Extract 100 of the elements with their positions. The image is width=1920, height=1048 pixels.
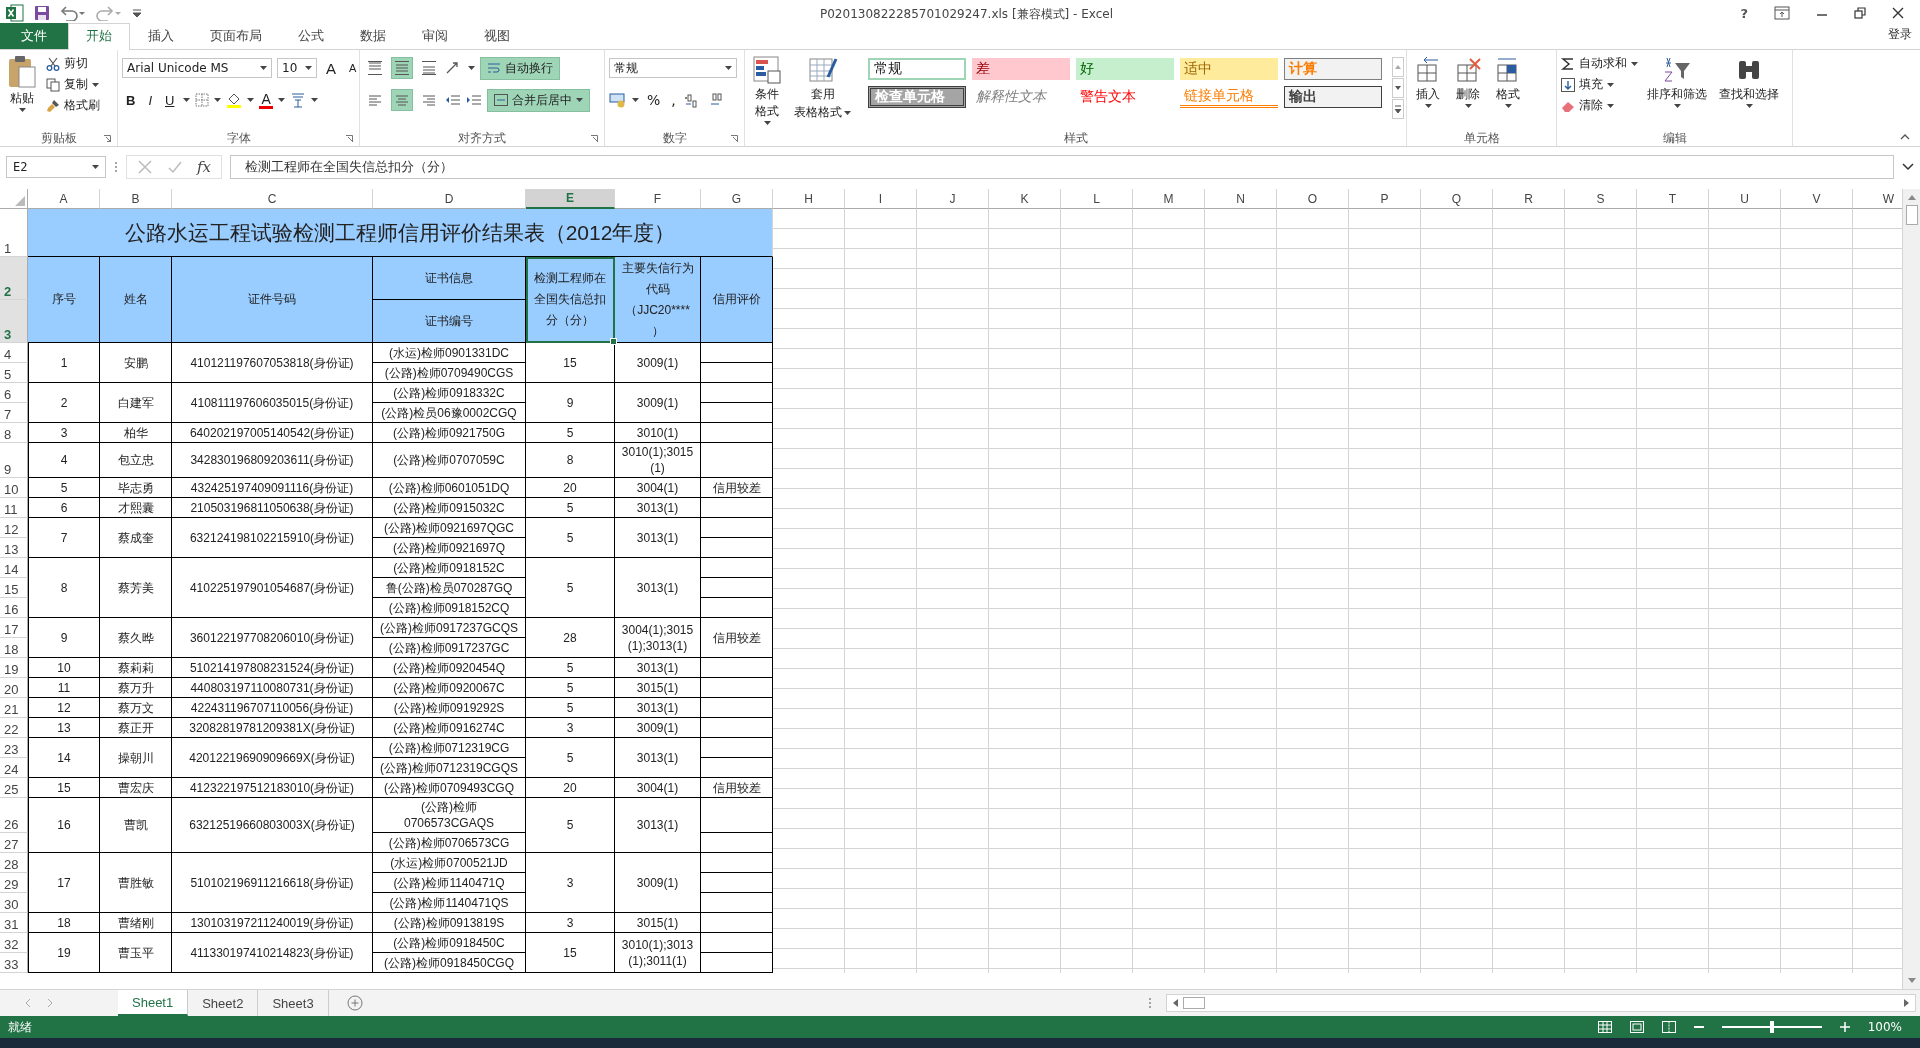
column-header[interactable]: S: [1565, 189, 1637, 209]
font-color-button[interactable]: A: [259, 91, 273, 109]
ribbon-tab[interactable]: 插入: [130, 23, 192, 49]
row-header[interactable]: 3: [0, 300, 28, 343]
row-header[interactable]: 26: [0, 798, 28, 833]
row-header[interactable]: 29: [0, 873, 28, 893]
row-header[interactable]: 32: [0, 933, 28, 953]
column-header[interactable]: L: [1061, 189, 1133, 209]
column-header[interactable]: E: [526, 189, 615, 209]
row-header[interactable]: 13: [0, 538, 28, 558]
cells-button[interactable]: 插入: [1411, 53, 1445, 110]
row-header[interactable]: 22: [0, 718, 28, 738]
conditional-formatting-button[interactable]: 条件格式: [749, 53, 785, 127]
ribbon-tab[interactable]: 公式: [280, 23, 342, 49]
row-header[interactable]: 23: [0, 738, 28, 758]
formula-field[interactable]: 检测工程师在全国失信总扣分（分）: [230, 155, 1894, 179]
cells-button[interactable]: 格式: [1491, 53, 1525, 110]
name-box[interactable]: E2: [6, 156, 106, 178]
row-header[interactable]: 24: [0, 758, 28, 778]
row-header[interactable]: 33: [0, 953, 28, 973]
cell-style-option[interactable]: 好: [1076, 58, 1174, 80]
clear-button[interactable]: 清除: [1561, 97, 1638, 114]
column-header[interactable]: H: [773, 189, 845, 209]
number-style-button[interactable]: %: [644, 92, 664, 108]
ribbon-tab[interactable]: 审阅: [404, 23, 466, 49]
row-header[interactable]: 2: [0, 257, 28, 300]
number-style-button[interactable]: ,: [668, 92, 679, 108]
cut-button[interactable]: 剪切: [46, 55, 100, 72]
shrink-font-button[interactable]: A: [345, 62, 361, 74]
sort-filter-button[interactable]: 排序和筛选: [1644, 53, 1710, 110]
autosum-button[interactable]: 自动求和: [1561, 55, 1638, 72]
row-header[interactable]: 30: [0, 893, 28, 913]
ribbon-tab[interactable]: 视图: [466, 23, 528, 49]
font-style-button[interactable]: I: [144, 92, 156, 108]
row-header[interactable]: 25: [0, 778, 28, 798]
grow-font-button[interactable]: A: [322, 59, 340, 77]
copy-button[interactable]: 复制: [46, 76, 100, 93]
column-header[interactable]: J: [917, 189, 989, 209]
cell-style-option[interactable]: 差: [972, 58, 1070, 80]
column-header[interactable]: T: [1637, 189, 1709, 209]
cell-style-option[interactable]: 解释性文本: [972, 86, 1070, 108]
row-header[interactable]: 31: [0, 913, 28, 933]
row-header[interactable]: 8: [0, 423, 28, 443]
find-select-button[interactable]: 查找和选择: [1716, 53, 1782, 110]
merge-center-button[interactable]: 合并后居中: [487, 88, 590, 112]
fill-button[interactable]: 填充: [1561, 76, 1638, 93]
row-header[interactable]: 11: [0, 498, 28, 518]
column-header[interactable]: C: [172, 189, 373, 209]
format-as-table-button[interactable]: 套用 表格格式: [791, 53, 854, 123]
cell-style-option[interactable]: 适中: [1180, 58, 1278, 80]
row-header[interactable]: 28: [0, 853, 28, 873]
row-header[interactable]: 19: [0, 658, 28, 678]
row-header[interactable]: 21: [0, 698, 28, 718]
column-header[interactable]: Q: [1421, 189, 1493, 209]
row-header[interactable]: 27: [0, 833, 28, 853]
help-button[interactable]: ?: [1740, 5, 1748, 21]
row-header[interactable]: 4: [0, 343, 28, 363]
format-painter-button[interactable]: 格式刷: [46, 97, 100, 114]
cells-button[interactable]: 删除: [1451, 53, 1485, 110]
row-header[interactable]: 1: [0, 209, 28, 257]
column-header[interactable]: U: [1709, 189, 1781, 209]
paste-button[interactable]: 粘贴: [4, 53, 40, 114]
font-style-button[interactable]: B: [122, 92, 140, 108]
column-header[interactable]: G: [701, 189, 773, 209]
ribbon-tab[interactable]: 开始: [68, 23, 130, 50]
cell-style-option[interactable]: 警告文本: [1076, 86, 1174, 108]
row-header[interactable]: 16: [0, 598, 28, 618]
file-tab[interactable]: 文件: [0, 23, 68, 49]
sign-in-link[interactable]: 登录: [1888, 26, 1912, 43]
column-header[interactable]: M: [1133, 189, 1205, 209]
insert-function-button[interactable]: fx: [197, 158, 211, 176]
row-header[interactable]: 9: [0, 443, 28, 478]
font-size-field[interactable]: 10: [277, 58, 317, 78]
row-header[interactable]: 7: [0, 403, 28, 423]
zoom-level[interactable]: 100%: [1867, 1020, 1902, 1034]
column-header[interactable]: D: [373, 189, 526, 209]
column-header[interactable]: N: [1205, 189, 1277, 209]
row-header[interactable]: 6: [0, 383, 28, 403]
column-header[interactable]: O: [1277, 189, 1349, 209]
column-header[interactable]: P: [1349, 189, 1421, 209]
column-header[interactable]: I: [845, 189, 917, 209]
row-header[interactable]: 18: [0, 638, 28, 658]
ribbon-tab[interactable]: 数据: [342, 23, 404, 49]
number-format-field[interactable]: 常规: [609, 58, 737, 78]
column-header[interactable]: B: [100, 189, 172, 209]
cell-style-option[interactable]: 输出: [1284, 86, 1382, 108]
row-header[interactable]: 15: [0, 578, 28, 598]
sheet-tab[interactable]: Sheet1: [118, 990, 189, 1016]
ribbon-tab[interactable]: 页面布局: [192, 23, 280, 49]
row-header[interactable]: 14: [0, 558, 28, 578]
font-name-field[interactable]: Arial Unicode MS: [122, 58, 272, 78]
font-style-button[interactable]: U: [161, 92, 179, 108]
column-header[interactable]: K: [989, 189, 1061, 209]
row-header[interactable]: 5: [0, 363, 28, 383]
column-header[interactable]: R: [1493, 189, 1565, 209]
column-header[interactable]: A: [28, 189, 100, 209]
row-header[interactable]: 12: [0, 518, 28, 538]
wrap-text-button[interactable]: 自动换行: [480, 56, 560, 80]
row-header[interactable]: 10: [0, 478, 28, 498]
column-header[interactable]: F: [615, 189, 701, 209]
